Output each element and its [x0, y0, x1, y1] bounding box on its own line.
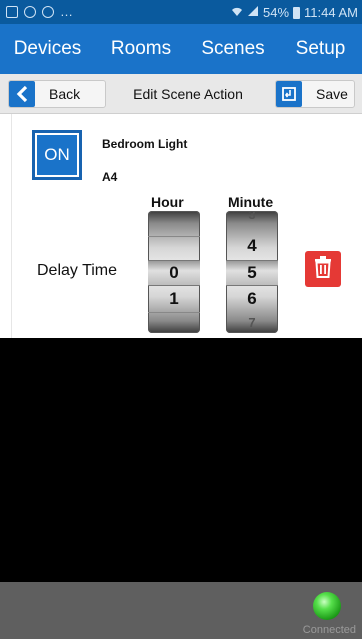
hour-divider [148, 236, 200, 237]
delay-time-label: Delay Time [37, 262, 118, 279]
hour-divider [148, 312, 200, 313]
delete-button[interactable] [305, 251, 341, 287]
minute-value: 3 [248, 211, 256, 222]
notification-icons: … [6, 4, 73, 19]
device-state-button[interactable]: ON [32, 130, 82, 180]
system-status: 54% 11:44 AM [231, 5, 358, 20]
back-button[interactable]: Back [8, 80, 106, 108]
hour-label: Hour [151, 194, 184, 210]
connection-status-icon [313, 592, 341, 620]
battery-icon [293, 6, 301, 19]
trash-icon [313, 255, 333, 284]
more-notifications-icon: … [60, 4, 73, 19]
status-bar: … 54% 11:44 AM [0, 0, 362, 24]
connection-status-text: Connected [302, 624, 356, 636]
wifi-icon [231, 5, 243, 20]
main-nav: Devices Rooms Scenes Setup [0, 24, 362, 74]
tab-setup[interactable]: Setup [279, 38, 362, 60]
scene-action-editor: ON Bedroom Light A4 Hour Minute Delay Ti… [12, 114, 362, 338]
battery-percent: 54% [263, 5, 290, 20]
app-notification-icon [24, 5, 36, 18]
page-title: Edit Scene Action [133, 86, 243, 102]
hour-value-next: 1 [169, 289, 179, 308]
device-name: Bedroom Light [102, 137, 188, 151]
minute-picker[interactable]: 3 4 5 6 7 [226, 211, 278, 333]
action-bar: Back Edit Scene Action Save [0, 74, 362, 114]
back-label: Back [49, 86, 81, 102]
content-margin [0, 114, 12, 338]
minute-value: 4 [247, 236, 257, 255]
save-button[interactable]: Save [275, 80, 355, 108]
minute-value: 7 [248, 315, 256, 330]
save-icon [276, 81, 302, 107]
minute-value: 6 [247, 289, 257, 308]
clock: 11:44 AM [304, 5, 358, 20]
hour-picker[interactable]: 0 1 [148, 211, 200, 333]
tab-scenes[interactable]: Scenes [187, 38, 279, 60]
save-label: Save [316, 86, 348, 102]
signal-icon [247, 5, 259, 20]
tab-devices[interactable]: Devices [0, 38, 95, 60]
minute-value-selected: 5 [247, 263, 257, 282]
hour-value-selected: 0 [169, 263, 179, 282]
image-notification-icon [6, 5, 18, 18]
tab-rooms[interactable]: Rooms [95, 38, 187, 60]
sync-notification-icon [42, 5, 54, 18]
minute-label: Minute [228, 194, 274, 210]
device-address: A4 [102, 170, 118, 184]
chevron-left-icon [9, 81, 35, 107]
